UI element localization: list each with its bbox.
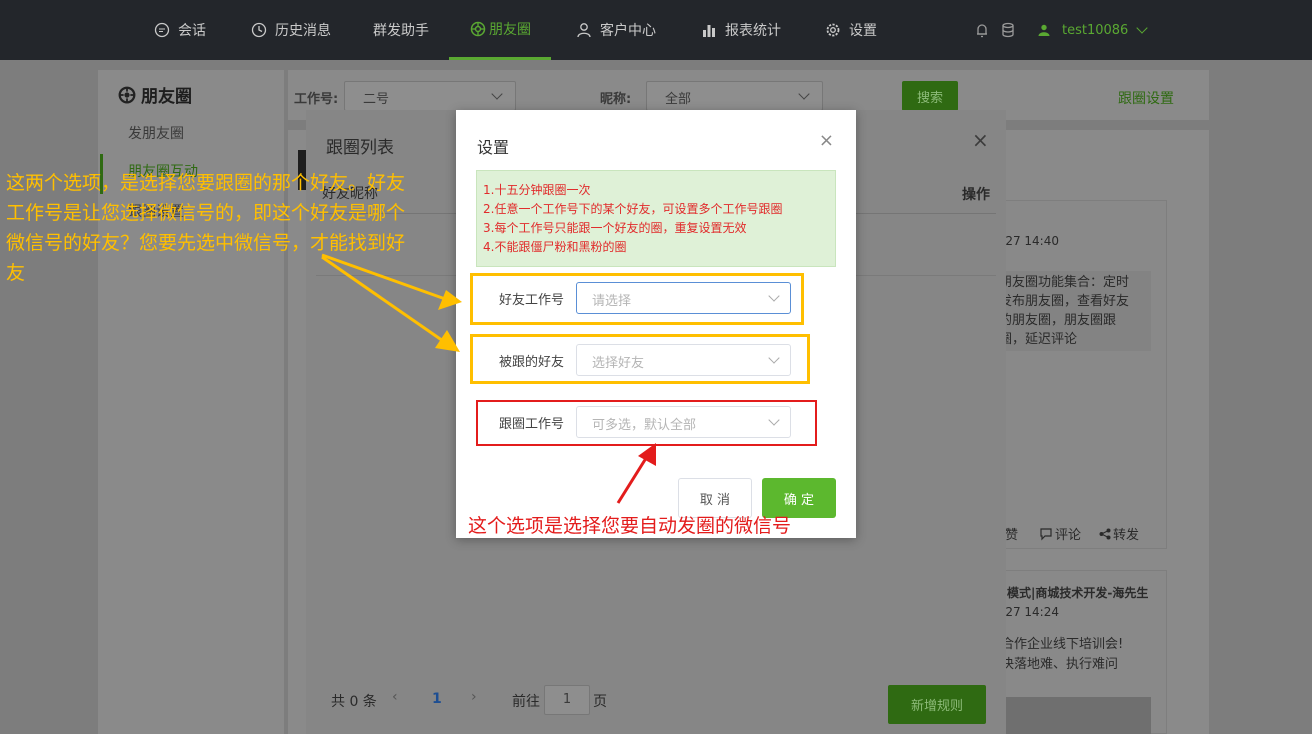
gear-icon [826, 23, 840, 37]
clock-icon [251, 22, 267, 38]
user-menu[interactable]: test10086 [1038, 0, 1148, 60]
database-icon[interactable] [1000, 22, 1016, 38]
chevron-down-icon [798, 88, 810, 100]
post-line: 圈，延迟评论 [999, 332, 1078, 347]
tab-moments-label: 朋友圈 [489, 21, 531, 38]
comment-button[interactable]: 评论 [1039, 524, 1081, 543]
chevron-down-icon [491, 88, 503, 100]
notice-line: 3.每个工作号只能跟一个好友的圈，重复设置无效 [483, 221, 747, 235]
col-action: 操作 [962, 187, 990, 203]
user-icon [577, 23, 591, 38]
nickname-select-value: 全部 [665, 92, 692, 107]
goto-page-input[interactable]: 1 [544, 685, 590, 715]
bar-chart-icon [703, 25, 715, 37]
annotation-note-yellow: 这两个选项，是选择您要跟圈的那个好友。好友工作号是让您选择微信号的，即这个好友是… [6, 172, 406, 284]
close-icon[interactable]: × [819, 130, 834, 151]
goto-label: 前往 [512, 694, 540, 710]
username: test10086 [1062, 22, 1129, 38]
share-label: 转发 [1113, 528, 1140, 543]
nickname-label: 昵称: [600, 92, 632, 107]
post-line: 朋友圈功能集合：定时 [999, 275, 1130, 290]
tab-customers-label: 客户中心 [600, 23, 656, 39]
account-select[interactable]: 二号 [344, 81, 516, 111]
notice-line: 4.不能跟僵尸粉和黑粉的圈 [483, 240, 627, 254]
notice-box: 1.十五分钟跟圈一次 2.任意一个工作号下的某个好友，可设置多个工作号跟圈 3.… [476, 170, 836, 267]
add-rule-button[interactable]: 新增规则 [888, 685, 986, 724]
comment-icon [1040, 527, 1052, 540]
share-icon [1099, 528, 1111, 539]
tab-moments[interactable]: 朋友圈 [449, 0, 551, 60]
sidebar-title-wrap: 朋友圈 [118, 82, 192, 107]
follow-list-title: 跟圈列表 [326, 138, 394, 158]
close-icon[interactable]: × [972, 128, 989, 152]
nickname-select[interactable]: 全部 [646, 81, 823, 111]
tab-history[interactable]: 历史消息 [251, 0, 331, 60]
comment-label: 评论 [1055, 528, 1082, 543]
tab-chat[interactable]: 会话 [154, 0, 206, 60]
tab-customers[interactable]: 客户中心 [576, 0, 656, 60]
chat-icon [154, 22, 170, 38]
current-page[interactable]: 1 [432, 691, 442, 707]
aperture-icon [470, 21, 486, 36]
settings-modal-title: 设置 [477, 138, 510, 157]
top-nav: 会话 历史消息 群发助手 朋友圈 客户中心 报表统计 设置 test10086 [0, 0, 1312, 60]
annotation-box-yellow [470, 334, 810, 384]
chevron-down-icon [1136, 22, 1148, 34]
post-author: 模式|商城技术开发-海先生 [1007, 586, 1149, 600]
annotation-box-red [476, 400, 817, 446]
sidebar-item-post[interactable]: 发朋友圈 [128, 123, 184, 143]
tab-broadcast-label: 群发助手 [373, 23, 429, 39]
post-image [1005, 697, 1151, 734]
tab-settings-label: 设置 [849, 23, 877, 39]
tab-reports-label: 报表统计 [725, 23, 781, 39]
post-card: 模式|商城技术开发-海先生 -27 14:24 合作企业线下培训会! 决落地难、… [986, 570, 1167, 734]
prev-page-icon[interactable]: ‹ [392, 689, 398, 705]
tab-settings[interactable]: 设置 [825, 0, 877, 60]
bell-icon[interactable] [974, 22, 990, 38]
post-line: 合作企业线下培训会! [1001, 637, 1124, 652]
tab-broadcast[interactable]: 群发助手 [373, 0, 429, 60]
notice-line: 1.十五分钟跟圈一次 [483, 183, 591, 197]
aperture-icon [118, 86, 136, 103]
post-time: -27 14:40 [1001, 234, 1059, 248]
post-line: 的朋友圈，朋友圈跟 [999, 313, 1117, 328]
tab-reports[interactable]: 报表统计 [701, 0, 781, 60]
user-icon [1038, 24, 1050, 36]
sidebar-title: 朋友圈 [141, 87, 192, 107]
search-button[interactable]: 搜索 [902, 81, 958, 111]
page-suffix: 页 [593, 694, 607, 710]
post-time: -27 14:24 [1001, 605, 1059, 619]
annotation-box-yellow [470, 273, 804, 325]
tab-history-label: 历史消息 [275, 23, 331, 39]
account-label: 工作号: [294, 92, 339, 107]
post-card: -27 14:40 朋友圈功能集合：定时 发布朋友圈，查看好友 的朋友圈，朋友圈… [986, 200, 1167, 549]
follow-settings-link[interactable]: 跟圈设置 [1118, 88, 1174, 108]
annotation-note-red: 这个选项是选择您要自动发圈的微信号 [468, 515, 792, 537]
notice-line: 2.任意一个工作号下的某个好友，可设置多个工作号跟圈 [483, 202, 783, 216]
post-line: 发布朋友圈，查看好友 [999, 294, 1130, 309]
tab-chat-label: 会话 [178, 23, 206, 39]
pagination-total: 共 0 条 [331, 694, 377, 710]
share-button[interactable]: 转发 [1099, 524, 1139, 543]
account-select-value: 二号 [363, 92, 390, 107]
post-text-box: 朋友圈功能集合：定时 发布朋友圈，查看好友 的朋友圈，朋友圈跟 圈，延迟评论 [997, 271, 1151, 351]
like-button[interactable]: 赞 [1005, 524, 1018, 543]
next-page-icon[interactable]: › [471, 689, 477, 705]
post-line: 决落地难、执行难问 [1001, 657, 1119, 672]
